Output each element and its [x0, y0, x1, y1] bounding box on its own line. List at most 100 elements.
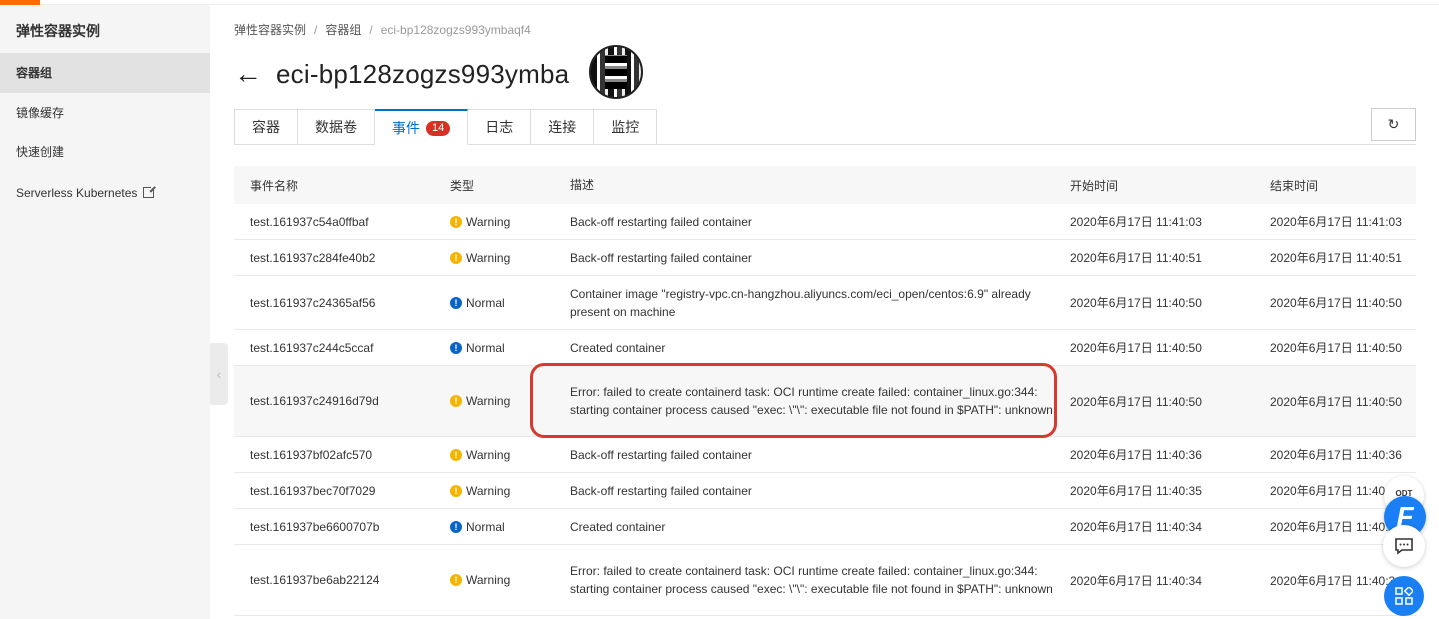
sidebar-item-image-cache[interactable]: 镜像缓存: [0, 93, 210, 133]
events-table: 事件名称 类型 描述 开始时间 结束时间 test.161937c54a0ffb…: [234, 166, 1416, 616]
event-type-label: Warning: [466, 250, 511, 265]
apps-button[interactable]: [1384, 576, 1424, 616]
tab-volumes[interactable]: 数据卷: [298, 109, 375, 145]
sidebar-item-serverless-kubernetes[interactable]: Serverless Kubernetes: [0, 173, 210, 213]
breadcrumb-separator: /: [369, 23, 373, 37]
tab-label: 数据卷: [315, 119, 357, 135]
event-start-time: 2020年6月17日 11:40:34: [1070, 573, 1202, 588]
tab-label: 事件: [392, 120, 420, 136]
page-title: eci-bp128zogzs993ymba: [276, 58, 570, 89]
top-bar: [0, 0, 1439, 5]
table-row: test.161937c54a0ffbaf! Warning Back-off re…: [234, 204, 1416, 240]
breadcrumb-item[interactable]: 弹性容器实例: [234, 23, 306, 37]
event-type: ! Warning: [434, 573, 554, 587]
event-type: ! Warning: [434, 484, 554, 498]
sidebar-item-label: Serverless Kubernetes: [16, 186, 138, 200]
breadcrumb: 弹性容器实例 / 容器组 / eci-bp128zogzs993ymbaqf4: [234, 21, 531, 38]
tab-events[interactable]: 事件 14: [375, 109, 469, 145]
table-row: test.161937c24916d79d! Warning Error: fail…: [234, 366, 1416, 437]
info-icon: !: [450, 341, 462, 354]
tab-logs[interactable]: 日志: [468, 109, 532, 145]
table-row: test.161937c284fe40b2! Warning Back-off re…: [234, 240, 1416, 276]
sidebar-collapse-toggle[interactable]: ‹: [210, 343, 228, 405]
event-type-label: Normal: [466, 340, 505, 355]
event-description: Back-off restarting failed container: [570, 483, 752, 498]
column-header-type: 类型: [450, 178, 475, 193]
column-header-name: 事件名称: [250, 178, 299, 193]
event-type-label: Warning: [466, 214, 511, 229]
event-start-time: 2020年6月17日 11:40:36: [1070, 448, 1202, 462]
event-type-label: Warning: [466, 447, 511, 462]
warning-icon: !: [450, 251, 462, 264]
event-description: Back-off restarting failed container: [570, 250, 752, 265]
event-type: ! Warning: [434, 448, 554, 462]
sidebar-item-container-group[interactable]: 容器组: [0, 53, 210, 93]
event-name: test.161937c284fe40b2: [250, 250, 376, 265]
events-count-badge: 14: [426, 121, 451, 136]
event-end-time: 2020年6月17日 11:40:51: [1270, 251, 1402, 265]
chat-icon: [1395, 538, 1413, 555]
event-start-time: 2020年6月17日 11:40:35: [1070, 484, 1202, 498]
warning-icon: !: [450, 574, 462, 586]
tab-label: 日志: [485, 119, 514, 135]
event-description: Back-off restarting failed container: [570, 447, 752, 462]
event-start-time: 2020年6月17日 11:40:50: [1070, 296, 1202, 310]
tab-connect[interactable]: 连接: [531, 109, 595, 145]
event-name: test.161937c244c5ccaf: [250, 340, 374, 355]
event-type-label: Normal: [466, 519, 505, 534]
event-type-label: Normal: [466, 295, 505, 310]
event-description: Created container: [570, 340, 666, 355]
info-icon: !: [450, 296, 462, 309]
warning-icon: !: [450, 215, 462, 228]
event-end-time: 2020年6月17日 11:40:50: [1270, 296, 1402, 310]
event-description: Back-off restarting failed container: [570, 214, 752, 229]
table-row: test.161937bf02afc570! Warning Back-off re…: [234, 437, 1416, 473]
page-header: ← eci-bp128zogzs993ymba: [234, 54, 569, 94]
event-name: test.161937c24365af56: [250, 295, 376, 310]
sidebar-item-label: 容器组: [16, 66, 53, 80]
table-row: test.161937be6600707b! Normal Created cont…: [234, 509, 1416, 545]
event-type: ! Warning: [434, 251, 554, 265]
sidebar: 弹性容器实例 容器组 镜像缓存 快速创建 Serverless Kubernet…: [0, 5, 210, 619]
tab-label: 监控: [611, 119, 640, 135]
tab-monitor[interactable]: 监控: [594, 109, 658, 145]
event-start-time: 2020年6月17日 11:40:51: [1070, 251, 1202, 265]
tab-label: 连接: [548, 119, 577, 135]
event-type: ! Normal: [434, 520, 554, 534]
table-header: 事件名称 类型 描述 开始时间 结束时间: [234, 166, 1416, 204]
event-description: Created container: [570, 519, 666, 534]
apps-grid-icon: [1395, 587, 1413, 605]
table-row: test.161937be6ab22124! Warning Error: fail…: [234, 545, 1416, 616]
redaction-mark: [589, 45, 643, 99]
event-start-time: 2020年6月17日 11:40:50: [1070, 394, 1202, 409]
warning-icon: !: [450, 484, 462, 497]
event-description: Error: failed to create containerd task:…: [570, 564, 1053, 596]
chevron-left-icon: ‹: [216, 366, 222, 382]
warning-icon: !: [450, 448, 462, 461]
event-name: test.161937bf02afc570: [250, 447, 373, 462]
column-header-start-time: 开始时间: [1070, 178, 1119, 193]
event-name: test.161937c24916d79d: [250, 394, 379, 408]
breadcrumb-item[interactable]: 容器组: [325, 23, 361, 37]
event-type-label: Warning: [466, 483, 511, 498]
sidebar-item-quick-create[interactable]: 快速创建: [0, 132, 210, 172]
tab-bar: 容器 数据卷 事件 14 日志 连接 监控: [234, 109, 1416, 145]
info-icon: !: [450, 520, 462, 533]
table-row: test.161937c244c5ccaf! Normal Created cont…: [234, 330, 1416, 366]
event-end-time: 2020年6月17日 11:40:36: [1270, 448, 1402, 462]
event-end-time: 2020年6月17日 11:41:03: [1270, 215, 1402, 229]
event-name: test.161937c54a0ffbaf: [250, 214, 369, 229]
event-end-time: 2020年6月17日 11:40:50: [1270, 341, 1402, 355]
tab-containers[interactable]: 容器: [234, 109, 298, 145]
breadcrumb-current: eci-bp128zogzs993ymbaqf4: [380, 23, 531, 37]
event-end-time: 2020年6月17日 11:40:50: [1270, 394, 1402, 409]
breadcrumb-separator: /: [314, 23, 318, 37]
table-row: test.161937c24365af56! Normal Container im…: [234, 276, 1416, 330]
event-type-label: Warning: [466, 394, 511, 408]
event-start-time: 2020年6月17日 11:40:50: [1070, 341, 1202, 355]
refresh-button[interactable]: ↻: [1371, 108, 1416, 141]
sidebar-item-label: 快速创建: [16, 145, 65, 159]
back-arrow-icon[interactable]: ←: [234, 54, 262, 94]
column-header-description: 描述: [570, 178, 595, 192]
chat-button[interactable]: [1383, 525, 1425, 567]
